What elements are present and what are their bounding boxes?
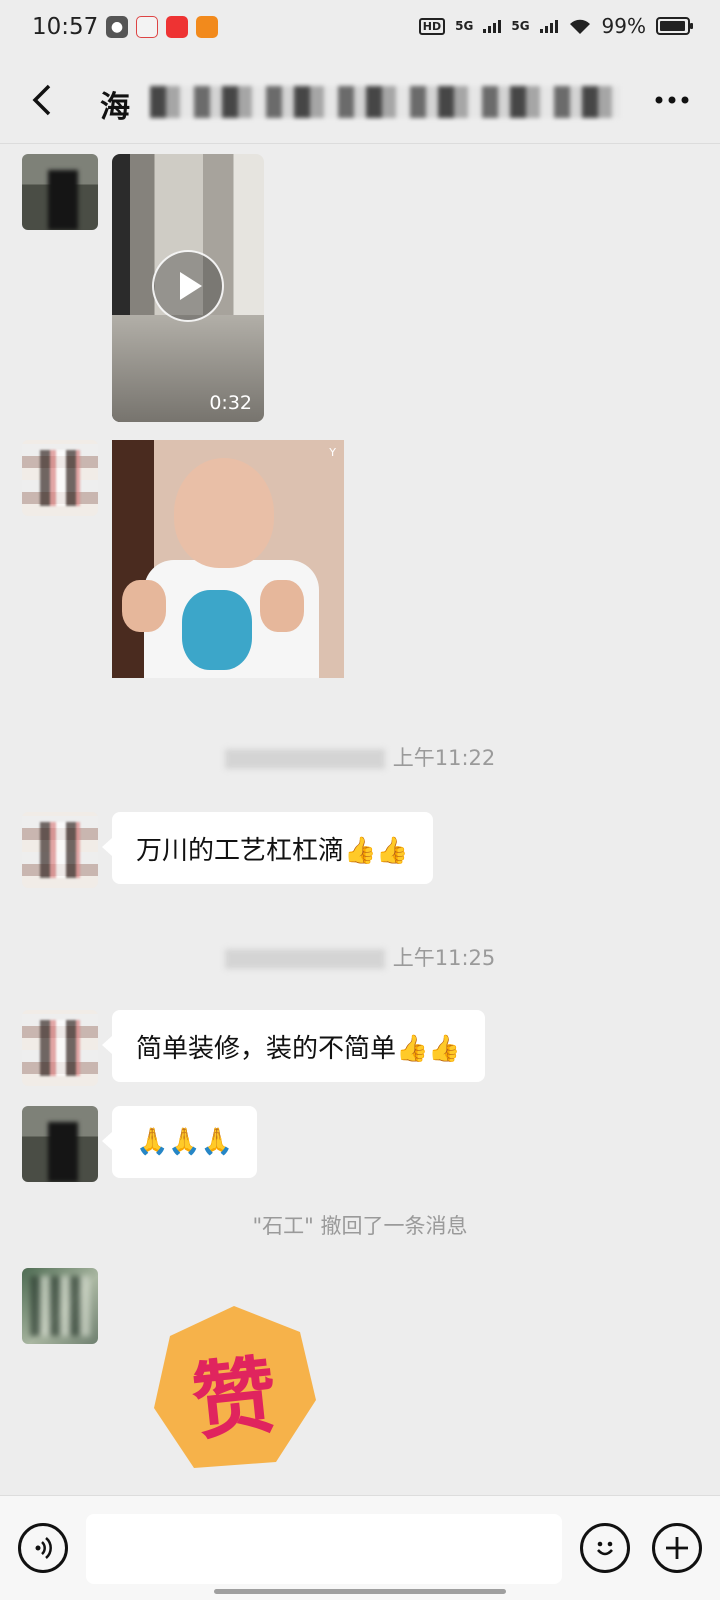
message-input[interactable]: [86, 1514, 562, 1584]
timestamp: 上午11:22: [0, 742, 720, 772]
chat-title: 海: [100, 90, 130, 125]
plus-icon: [666, 1537, 688, 1559]
message-text: 🙏🙏🙏: [136, 1127, 234, 1157]
avatar[interactable]: [22, 812, 98, 888]
emoji-button[interactable]: [580, 1523, 630, 1573]
voice-button[interactable]: [18, 1523, 68, 1573]
chat-header: 海: [0, 58, 720, 144]
map-pin-icon: [136, 16, 158, 38]
signal-5g-icon: 5G: [455, 19, 474, 33]
sticker-message[interactable]: 赞: [150, 1302, 318, 1472]
input-bar: [0, 1495, 720, 1600]
status-bar: 10:57 ● HD 5G 5G 99%: [0, 0, 720, 58]
thumbs-up-hand: [122, 580, 166, 632]
more-dots-icon: [655, 96, 689, 104]
wechat-icon: ●: [106, 16, 128, 38]
avatar[interactable]: [22, 1106, 98, 1182]
gif-monster-print: [182, 590, 252, 670]
hd-icon: HD: [418, 17, 446, 35]
signal-bars-icon: [483, 20, 502, 33]
back-button[interactable]: [20, 78, 64, 122]
timestamp-time: 上午11:25: [392, 946, 496, 970]
signal-5g-icon-2: 5G: [511, 19, 530, 33]
video-duration: 0:32: [209, 392, 252, 414]
app-notification-icon: [166, 16, 188, 38]
date-redacted: [224, 949, 385, 969]
avatar[interactable]: [22, 1268, 98, 1344]
recall-notice: "石工" 撤回了一条消息: [252, 1214, 468, 1238]
avatar[interactable]: [22, 154, 98, 230]
add-button[interactable]: [652, 1523, 702, 1573]
video-message[interactable]: 0:32: [112, 154, 264, 422]
message-text: 万川的工艺杠杠滴👍👍: [136, 835, 409, 866]
app-notification-icon-2: [196, 16, 218, 38]
text-bubble[interactable]: 万川的工艺杠杠滴👍👍: [102, 812, 433, 884]
status-time: 10:57: [32, 14, 99, 40]
timestamp: 上午11:25: [0, 942, 720, 972]
text-bubble[interactable]: 简单装修，装的不简单👍👍: [102, 1010, 485, 1082]
message-text: 简单装修，装的不简单👍👍: [136, 1033, 461, 1064]
avatar[interactable]: [22, 440, 98, 516]
chevron-left-icon: [32, 84, 51, 116]
wifi-icon: [569, 19, 590, 34]
timestamp-time: 上午11:22: [392, 746, 496, 770]
battery-percent: 99%: [601, 14, 646, 38]
play-icon[interactable]: [152, 250, 224, 322]
status-right: HD 5G 5G 99%: [418, 14, 693, 38]
text-bubble[interactable]: 🙏🙏🙏: [101, 1106, 258, 1178]
home-indicator[interactable]: [214, 1589, 506, 1594]
thumbs-up-hand: [260, 580, 304, 632]
chat-title-redacted: [150, 86, 620, 118]
more-button[interactable]: [648, 80, 696, 120]
gif-mark: Y: [329, 446, 336, 459]
battery-icon: [656, 17, 693, 35]
signal-bars-icon-2: [539, 20, 558, 33]
notification-icons: ●: [106, 16, 218, 38]
emoji-icon: [597, 1541, 613, 1556]
avatar[interactable]: [22, 1010, 98, 1086]
sticker-text: 赞: [187, 1345, 282, 1453]
voice-icon: [35, 1537, 52, 1559]
gif-face: [174, 458, 274, 568]
gif-message[interactable]: Y: [112, 440, 344, 678]
date-redacted: [224, 749, 385, 769]
